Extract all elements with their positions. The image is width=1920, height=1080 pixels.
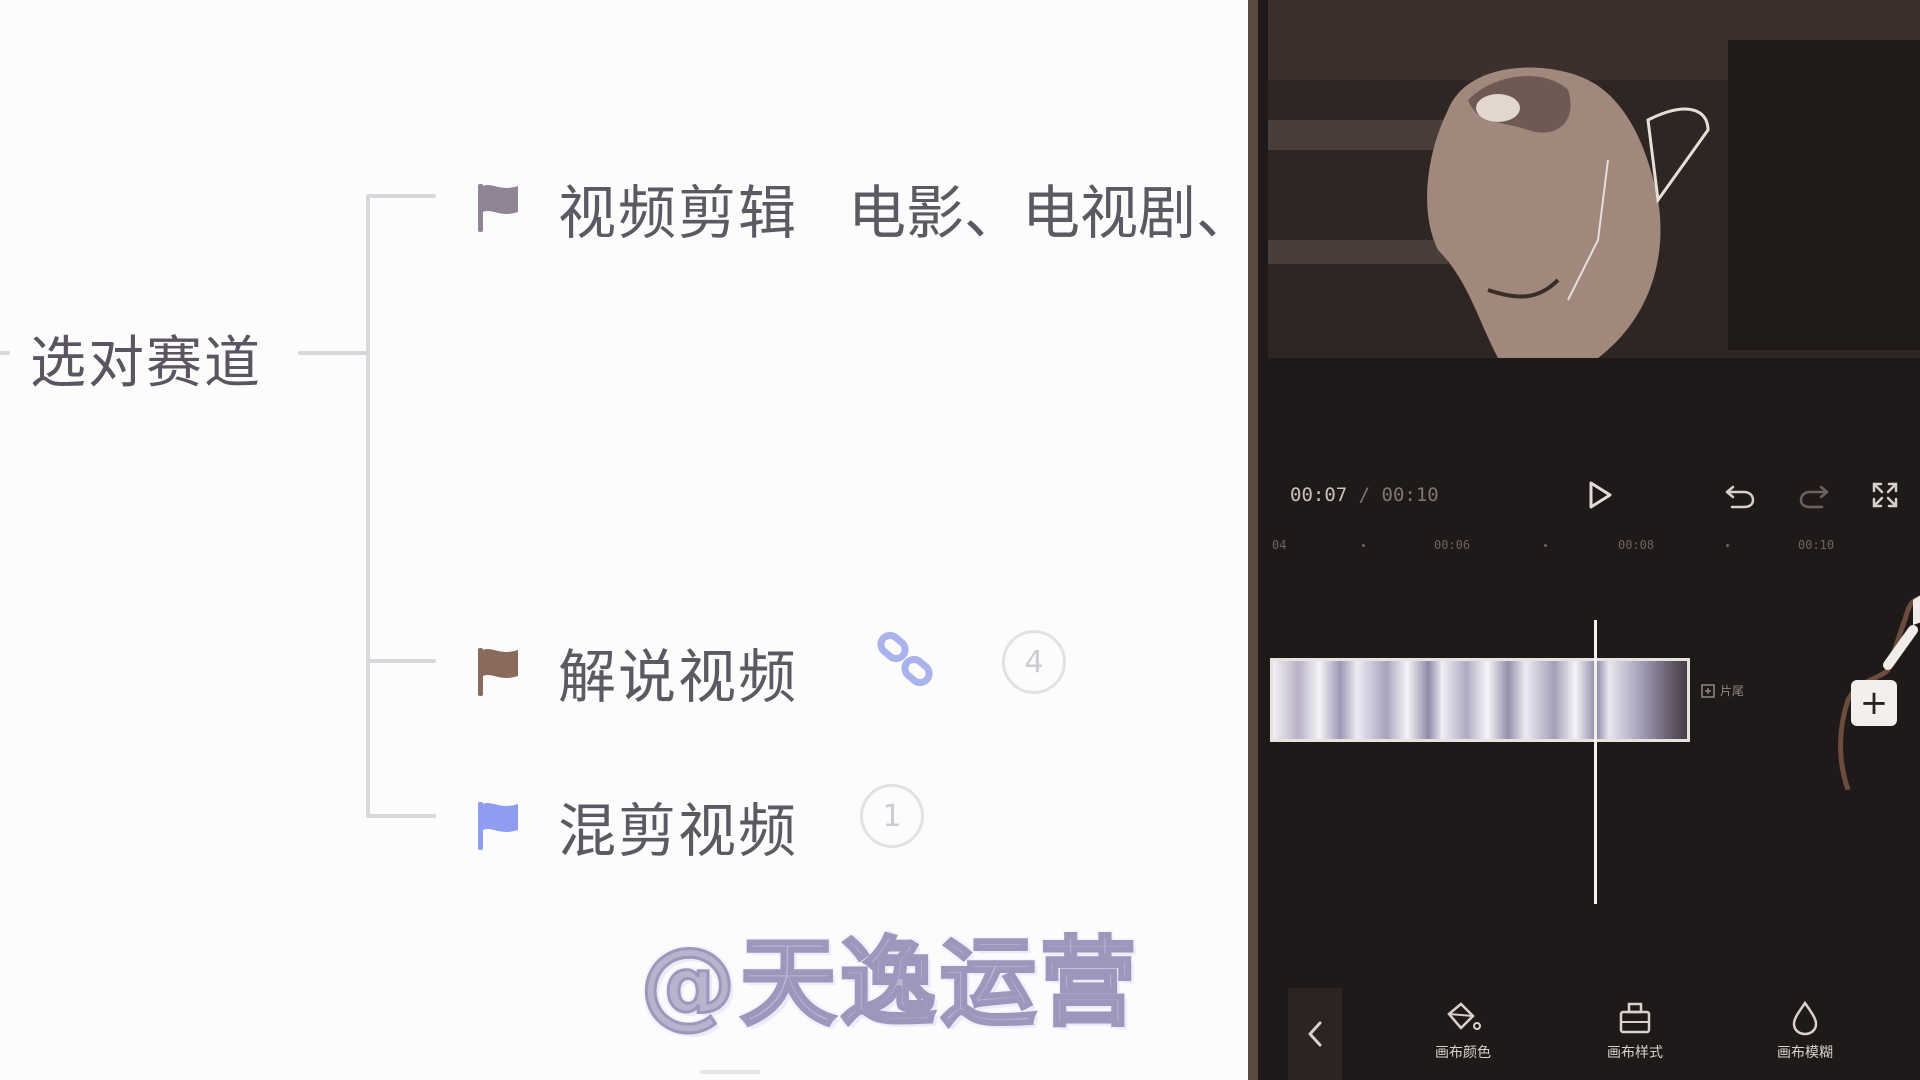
canvas-blur-tool[interactable]: 画布模糊 — [1760, 1000, 1850, 1062]
flag-icon — [478, 648, 518, 696]
ruler-dot — [1362, 544, 1365, 547]
preview-frame-image — [1268, 0, 1920, 358]
root-left-stub — [0, 351, 10, 355]
add-clip-button[interactable]: + — [1851, 680, 1897, 726]
flag-icon — [478, 802, 518, 850]
panel-divider — [1248, 0, 1258, 1080]
flag-icon — [478, 184, 518, 232]
video-editor-panel: 00:07 / 00:10 04 00:06 00:08 00:10 片尾 + — [1258, 0, 1920, 1080]
ruler-label: 00:08 — [1618, 538, 1655, 552]
branch-1-connector — [366, 194, 436, 198]
node-description: 电影、电视剧、 — [848, 179, 1255, 247]
tool-label: 画布样式 — [1607, 1045, 1663, 1061]
ending-clip-button[interactable]: 片尾 — [1700, 682, 1744, 699]
node-commentary-video[interactable]: 解说视频 — [474, 630, 798, 714]
scroll-indicator — [700, 1070, 760, 1074]
add-ending-icon — [1701, 683, 1715, 698]
node-video-editing[interactable]: 视频剪辑 电影、电视剧、 — [474, 166, 1254, 250]
clip-thumbnail — [1609, 661, 1687, 739]
play-button[interactable] — [1584, 478, 1616, 512]
clip-thumbnail — [1357, 661, 1441, 739]
node-label: 混剪视频 — [558, 797, 799, 865]
video-preview[interactable] — [1268, 0, 1920, 358]
ending-clip-label: 片尾 — [1720, 684, 1745, 698]
undo-button[interactable] — [1722, 478, 1758, 512]
canvas-style-tool[interactable]: 画布样式 — [1590, 1000, 1680, 1062]
attachment-count-badge[interactable]: 4 — [1002, 630, 1066, 694]
mind-map-canvas: 选对赛道 视频剪辑 电影、电视剧、 解说视频 4 混剪视频 1 @天逸运营 — [0, 0, 1254, 1080]
ruler-label: 00:06 — [1434, 538, 1471, 552]
ruler-label: 00:10 — [1798, 538, 1835, 552]
undo-icon — [1725, 485, 1755, 509]
play-icon — [1589, 481, 1612, 509]
node-label: 解说视频 — [558, 643, 799, 711]
redo-button[interactable] — [1796, 478, 1832, 512]
ruler-label: 04 — [1272, 538, 1287, 552]
fullscreen-button[interactable] — [1868, 478, 1902, 512]
video-clip-track[interactable] — [1270, 658, 1690, 742]
ruler-dot — [1726, 544, 1729, 547]
tool-label: 画布颜色 — [1435, 1045, 1491, 1061]
root-topic[interactable]: 选对赛道 — [30, 318, 262, 399]
node-label: 视频剪辑 — [558, 179, 799, 247]
playhead[interactable] — [1594, 620, 1597, 904]
timecode: 00:07 / 00:10 — [1290, 484, 1439, 506]
watermark: @天逸运营 — [639, 926, 1140, 1041]
total-time: 00:10 — [1381, 484, 1439, 506]
node-mashup-video[interactable]: 混剪视频 — [474, 784, 798, 868]
attachment-count-badge[interactable]: 1 — [860, 784, 924, 848]
root-connector — [298, 351, 368, 355]
branch-3-connector — [366, 814, 436, 818]
branch-vertical — [366, 196, 370, 816]
paint-bucket-icon — [1447, 1002, 1481, 1030]
ruler-dot — [1544, 544, 1547, 547]
time-separator: / — [1347, 484, 1382, 506]
tool-label: 画布模糊 — [1777, 1045, 1833, 1061]
fullscreen-icon — [1872, 482, 1898, 508]
current-time: 00:07 — [1290, 484, 1348, 506]
clip-thumbnail — [1441, 661, 1525, 739]
clip-thumbnail — [1273, 661, 1357, 739]
back-button[interactable] — [1288, 988, 1342, 1080]
chevron-left-icon — [1308, 1021, 1322, 1047]
redo-icon — [1799, 485, 1829, 509]
branch-2-connector — [366, 659, 436, 663]
canvas-style-icon — [1619, 1002, 1651, 1034]
canvas-color-tool[interactable]: 画布颜色 — [1418, 1000, 1508, 1062]
link-icon[interactable] — [876, 632, 936, 688]
blur-drop-icon — [1792, 1000, 1818, 1036]
